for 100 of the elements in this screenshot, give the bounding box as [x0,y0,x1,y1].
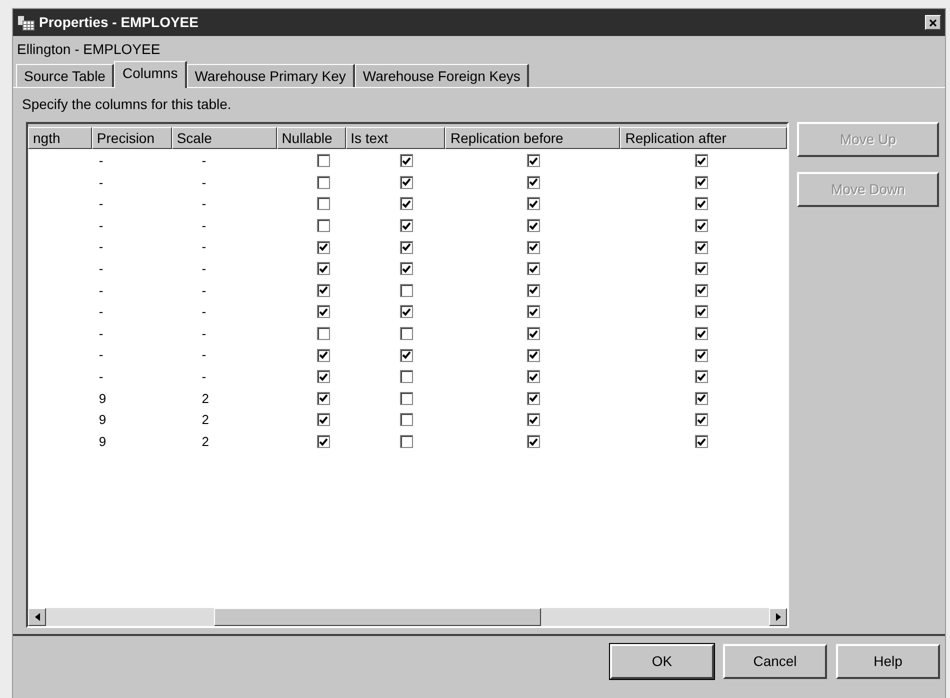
checkbox[interactable] [527,413,540,426]
checkmark-icon [529,264,538,273]
checkbox[interactable] [695,262,708,276]
checkbox[interactable] [527,348,540,362]
checkbox[interactable] [527,392,540,405]
close-button[interactable] [925,15,941,30]
tab[interactable]: Warehouse Foreign Keys [354,64,530,87]
checkbox[interactable] [527,219,540,232]
checkbox[interactable] [316,197,330,210]
checkbox[interactable] [527,240,540,254]
dialog-button[interactable]: Cancel [723,644,827,679]
checkbox[interactable] [316,284,330,297]
checkmark-icon [697,243,706,252]
checkmark-icon [529,178,538,186]
table-cell: 2 [202,434,209,449]
checkbox[interactable] [527,327,540,340]
checkbox[interactable] [400,219,414,232]
column-header[interactable]: Replication before [445,127,620,149]
checkbox[interactable] [400,392,414,405]
checkmark-icon [697,200,706,208]
checkbox[interactable] [527,176,540,189]
checkbox[interactable] [316,176,330,189]
scrollbar-thumb[interactable] [214,608,541,626]
close-icon [929,18,937,26]
checkbox[interactable] [316,154,330,168]
checkbox[interactable] [316,435,330,448]
checkbox[interactable] [400,262,414,276]
checkbox[interactable] [527,284,540,297]
checkbox[interactable] [316,240,330,254]
table-cell: - [98,218,104,233]
checkbox[interactable] [527,154,540,168]
table-cell: - [98,174,104,190]
checkbox[interactable] [695,435,708,448]
checkbox[interactable] [316,327,330,340]
checkbox[interactable] [695,392,708,405]
checkbox[interactable] [695,154,708,168]
table-cell: - [98,239,104,254]
table-cell: - [98,368,104,384]
checkbox[interactable] [316,262,330,276]
table-cell: - [202,304,206,320]
checkbox[interactable] [695,413,708,426]
tab[interactable]: Warehouse Primary Key [186,64,355,87]
checkbox[interactable] [400,197,414,210]
column-header[interactable]: Scale [172,127,277,149]
checkbox[interactable] [527,305,540,318]
checkbox[interactable] [527,262,540,276]
checkbox[interactable] [695,219,708,232]
checkbox[interactable] [695,176,708,189]
checkbox[interactable] [400,284,414,297]
checkbox[interactable] [400,435,414,448]
table-icon [17,14,35,30]
column-header[interactable]: Precision [92,127,172,149]
checkbox[interactable] [695,327,708,340]
checkbox[interactable] [400,240,414,254]
checkmark-icon [529,156,538,165]
table-cell: - [202,239,206,254]
checkbox[interactable] [316,305,330,318]
scroll-left-button[interactable] [28,608,46,626]
tab[interactable]: Source Table [16,64,114,87]
checkmark-icon [697,372,706,381]
tab[interactable]: Columns [114,61,187,88]
column-header[interactable]: Is text [346,127,446,149]
checkbox[interactable] [400,413,414,426]
checkbox[interactable] [400,176,414,189]
checkbox[interactable] [400,305,414,318]
checkbox[interactable] [316,370,330,384]
horizontal-scrollbar[interactable] [28,608,787,626]
checkbox[interactable] [695,348,708,362]
checkbox[interactable] [316,219,330,232]
dialog-button[interactable]: Help [836,644,940,679]
left-triangle-icon [34,613,40,621]
column-header[interactable]: ngth [28,127,92,149]
checkmark-icon [318,416,328,424]
checkbox[interactable] [316,348,330,362]
table-cell: 9 [98,434,106,449]
column-header[interactable]: Nullable [276,127,346,149]
dialog-button[interactable]: OK [610,644,714,679]
checkmark-icon [318,394,328,402]
checkbox[interactable] [316,392,330,405]
scroll-right-button[interactable] [769,608,787,626]
checkmark-icon [529,308,538,316]
column-header[interactable]: Replication after [620,127,787,149]
checkmark-icon [529,222,538,230]
checkmark-icon [402,264,412,273]
checkmark-icon [697,308,706,316]
checkbox[interactable] [400,154,414,168]
checkbox[interactable] [527,435,540,448]
checkbox[interactable] [316,413,330,426]
checkbox[interactable] [527,197,540,210]
checkbox[interactable] [695,240,708,254]
checkbox[interactable] [695,284,708,297]
checkmark-icon [529,200,538,208]
checkbox[interactable] [400,327,414,340]
checkbox[interactable] [695,370,708,384]
checkbox[interactable] [695,305,708,318]
checkmark-icon [402,222,412,230]
checkbox[interactable] [695,197,708,210]
checkbox[interactable] [400,370,414,384]
checkbox[interactable] [527,370,540,384]
checkbox[interactable] [400,348,414,362]
